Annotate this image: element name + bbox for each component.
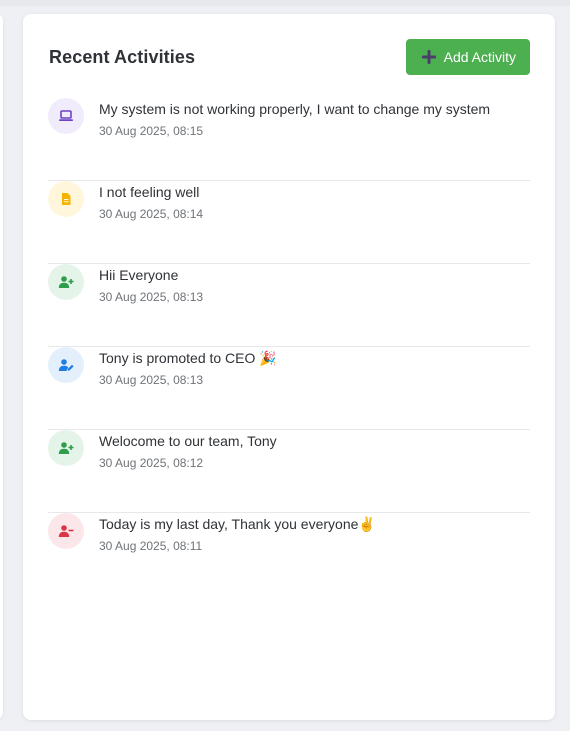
activity-item: Today is my last day, Thank you everyone… xyxy=(48,513,530,596)
adjacent-card-edge xyxy=(0,14,3,719)
plus-icon xyxy=(421,50,436,64)
activity-message: Today is my last day, Thank you everyone… xyxy=(99,516,376,532)
activity-time: 30 Aug 2025, 08:13 xyxy=(99,373,204,387)
activity-item: Welocome to our team, Tony 30 Aug 2025, … xyxy=(48,430,530,513)
card-header: Recent Activities Add Activity xyxy=(49,39,530,75)
activity-item: Hii Everyone 30 Aug 2025, 08:13 xyxy=(48,264,530,347)
document-icon xyxy=(48,181,84,217)
user-edit-icon xyxy=(48,347,84,383)
activity-message: I not feeling well xyxy=(99,184,200,200)
activity-item: My system is not working properly, I wan… xyxy=(48,98,530,181)
activity-time: 30 Aug 2025, 08:15 xyxy=(99,124,204,138)
user-add-icon xyxy=(48,430,84,466)
activity-message: Welocome to our team, Tony xyxy=(99,433,277,449)
activity-time: 30 Aug 2025, 08:12 xyxy=(99,456,204,470)
activity-time: 30 Aug 2025, 08:11 xyxy=(99,539,203,553)
activity-item: Tony is promoted to CEO 🎉 30 Aug 2025, 0… xyxy=(48,347,530,430)
add-activity-label: Add Activity xyxy=(443,49,516,65)
activity-message: Hii Everyone xyxy=(99,267,179,283)
card-title: Recent Activities xyxy=(49,46,196,67)
laptop-icon xyxy=(48,98,84,134)
user-add-icon xyxy=(48,264,84,300)
activity-message: Tony is promoted to CEO 🎉 xyxy=(99,350,277,366)
activity-message: My system is not working properly, I wan… xyxy=(99,101,491,117)
add-activity-button[interactable]: Add Activity xyxy=(405,39,530,75)
activity-item: I not feeling well 30 Aug 2025, 08:14 xyxy=(48,181,530,264)
recent-activities-card: Recent Activities Add Activity My system… xyxy=(23,14,555,720)
activity-time: 30 Aug 2025, 08:14 xyxy=(99,207,204,221)
activity-time: 30 Aug 2025, 08:13 xyxy=(99,290,204,304)
activity-list: My system is not working properly, I wan… xyxy=(48,98,530,596)
top-strip xyxy=(0,0,570,6)
user-remove-icon xyxy=(48,513,84,549)
